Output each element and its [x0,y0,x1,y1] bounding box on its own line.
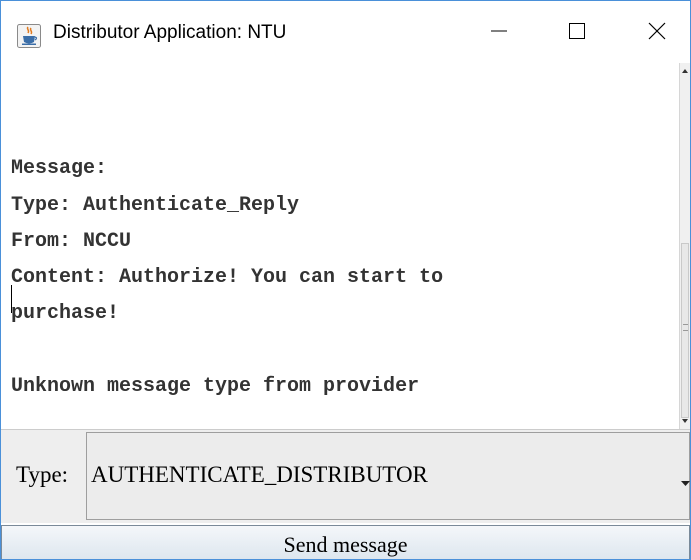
distributor-window: Distributor Application: NTU Message: Ty… [0,0,691,560]
message-log-textarea[interactable]: Message: Type: Authenticate_Reply From: … [1,63,679,429]
type-label: Type: [16,462,69,487]
message-type-selected-value: AUTHENTICATE_DISTRIBUTOR [91,462,428,487]
window-title: Distributor Application: NTU [53,22,287,43]
vertical-scrollbar[interactable] [679,63,690,429]
scrollbar-thumb[interactable] [681,243,689,418]
maximize-icon [567,21,587,46]
message-type-dropdown[interactable]: AUTHENTICATE_DISTRIBUTOR [86,432,690,520]
scroll-down-arrow-icon[interactable] [682,419,688,423]
maximize-button[interactable] [549,11,605,55]
send-message-label: Send message [283,532,408,557]
minimize-icon [489,21,509,46]
type-selector-row: Type: AUTHENTICATE_DISTRIBUTOR [1,429,690,523]
title-bar[interactable]: Distributor Application: NTU [1,1,690,64]
java-cup-icon [17,24,41,48]
send-message-button[interactable]: Send message [1,525,690,559]
minimize-button[interactable] [471,11,527,55]
scroll-up-arrow-icon[interactable] [682,69,688,73]
text-caret [11,285,12,313]
scroll-grip-icon [683,324,688,331]
close-icon [647,21,667,46]
dropdown-arrow-icon[interactable] [681,474,690,492]
message-log-text: Message: Type: Authenticate_Reply From: … [11,157,444,399]
close-button[interactable] [629,11,685,55]
